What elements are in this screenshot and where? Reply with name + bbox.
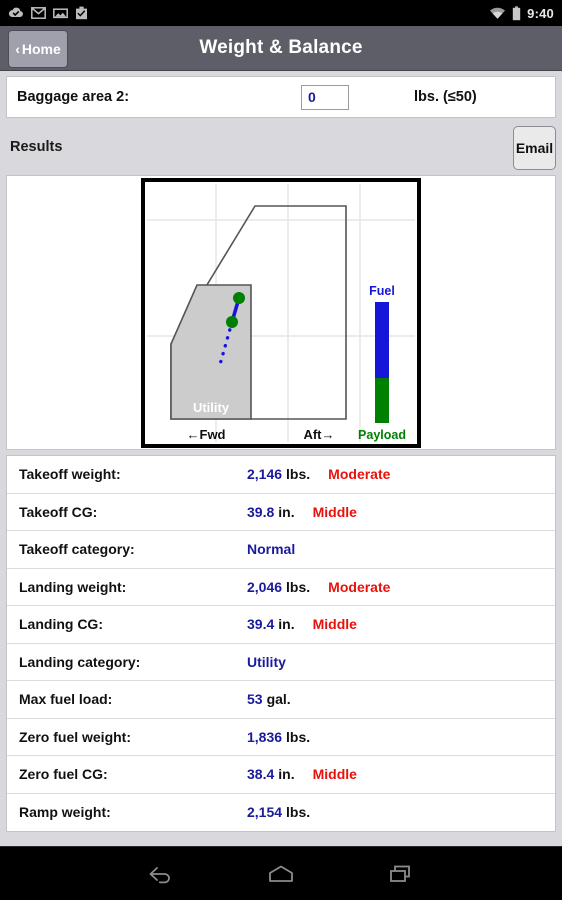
table-row: Landing weight: 2,046 lbs. Moderate xyxy=(7,569,555,606)
table-row: Zero fuel weight: 1,836 lbs. xyxy=(7,719,555,756)
utility-envelope-label: Utility xyxy=(193,400,230,415)
title-bar: ‹ Home Weight & Balance xyxy=(0,26,562,71)
row-label: Takeoff weight: xyxy=(19,466,121,483)
row-label: Zero fuel weight: xyxy=(19,728,131,745)
row-value: 38.4 xyxy=(247,766,275,783)
clipboard-check-icon xyxy=(76,6,87,20)
results-header: Results Email xyxy=(6,118,556,175)
table-row: Landing category: Utility xyxy=(7,644,555,681)
forward-axis-label: ←Fwd xyxy=(187,427,226,442)
payload-bar-segment xyxy=(375,377,389,423)
page-title: Weight & Balance xyxy=(199,37,363,58)
table-row: Takeoff category: Normal xyxy=(7,531,555,569)
row-value: 2,154 xyxy=(247,804,283,821)
row-label: Takeoff category: xyxy=(19,541,135,558)
table-row: Takeoff weight: 2,146 lbs. Moderate xyxy=(7,456,555,494)
row-label: Zero fuel CG: xyxy=(19,766,108,783)
status-bar-clock: 9:40 xyxy=(527,5,554,21)
row-unit: in. xyxy=(278,503,295,520)
row-unit: in. xyxy=(278,616,295,633)
home-back-button[interactable]: ‹ Home xyxy=(8,30,68,68)
cg-envelope-chart: Utility Fuel Payload ←Fwd Aft→ xyxy=(141,177,421,448)
row-label: Max fuel load: xyxy=(19,691,113,708)
row-status: Moderate xyxy=(328,578,391,595)
nav-back-button[interactable] xyxy=(101,863,221,885)
baggage-area-2-row: Baggage area 2: 0 lbs. (≤50) xyxy=(6,76,556,118)
aft-axis-label: Aft→ xyxy=(303,427,334,442)
nav-recents-button[interactable] xyxy=(341,863,461,885)
row-value: 2,146 xyxy=(247,466,283,483)
row-value: Utility xyxy=(247,653,286,670)
baggage-area-2-label: Baggage area 2: xyxy=(17,89,130,105)
table-row: Landing CG: 39.4 in. Middle xyxy=(7,606,555,644)
screenshot-image-icon xyxy=(53,8,68,19)
row-label: Landing CG: xyxy=(19,616,103,633)
chevron-left-icon: ‹ xyxy=(15,41,20,57)
row-value: 53 xyxy=(247,691,263,708)
row-unit: lbs. xyxy=(286,728,311,745)
row-status: Middle xyxy=(312,766,357,783)
row-value: 1,836 xyxy=(247,728,283,745)
row-label: Ramp weight: xyxy=(19,804,111,821)
row-unit: in. xyxy=(278,766,295,783)
row-unit: lbs. xyxy=(286,466,311,483)
gmail-envelope-icon xyxy=(31,7,46,19)
row-value: 39.4 xyxy=(247,616,275,633)
android-navigation-bar xyxy=(0,846,562,900)
row-value: 2,046 xyxy=(247,578,283,595)
baggage-area-2-units: lbs. (≤50) xyxy=(414,89,477,105)
home-icon xyxy=(269,865,293,882)
status-bar: 9:40 xyxy=(0,0,562,26)
row-label: Takeoff CG: xyxy=(19,503,98,520)
row-unit: gal. xyxy=(266,691,291,708)
row-value: 39.8 xyxy=(247,503,275,520)
table-row: Takeoff CG: 39.8 in. Middle xyxy=(7,494,555,531)
row-status: Middle xyxy=(312,503,357,520)
row-status: Middle xyxy=(312,616,357,633)
baggage-area-2-input[interactable]: 0 xyxy=(301,84,349,110)
recent-apps-icon xyxy=(390,865,410,882)
table-row: Zero fuel CG: 38.4 in. Middle xyxy=(7,756,555,794)
battery-full-icon xyxy=(512,5,521,20)
results-header-label: Results xyxy=(10,138,63,155)
row-unit: lbs. xyxy=(286,804,311,821)
baggage-area-2-value: 0 xyxy=(308,89,316,105)
fuel-bar-segment xyxy=(375,301,389,378)
table-row: Ramp weight: 2,154 lbs. xyxy=(7,794,555,832)
email-button[interactable]: Email xyxy=(513,126,556,170)
back-arrow-icon xyxy=(149,866,170,883)
row-unit: lbs. xyxy=(286,578,311,595)
row-status: Moderate xyxy=(328,466,391,483)
row-label: Landing weight: xyxy=(19,578,127,595)
drive-cloud-check-icon xyxy=(8,7,23,17)
landing-cg-point xyxy=(226,315,238,328)
email-button-label: Email xyxy=(515,140,554,156)
home-back-button-label: Home xyxy=(21,41,61,57)
payload-bar-label: Payload xyxy=(358,428,406,442)
wifi-icon xyxy=(490,7,506,19)
nav-home-button[interactable] xyxy=(221,863,341,885)
table-row: Max fuel load: 53 gal. xyxy=(7,681,555,719)
results-table: Takeoff weight: 2,146 lbs. Moderate Take… xyxy=(6,455,556,832)
fuel-bar-label: Fuel xyxy=(369,284,395,298)
takeoff-cg-point xyxy=(233,291,245,304)
status-bar-system-icons: 9:40 xyxy=(489,6,554,21)
status-bar-notification-icons xyxy=(8,6,88,20)
cg-envelope-chart-card: Utility Fuel Payload ←Fwd Aft→ xyxy=(6,175,556,450)
row-label: Landing category: xyxy=(19,653,141,670)
scroll-content[interactable]: Baggage area 2: 0 lbs. (≤50) Results Ema… xyxy=(0,71,562,846)
app-root: 9:40 ‹ Home Weight & Balance Baggage are… xyxy=(0,0,562,900)
row-value: Normal xyxy=(247,541,296,558)
